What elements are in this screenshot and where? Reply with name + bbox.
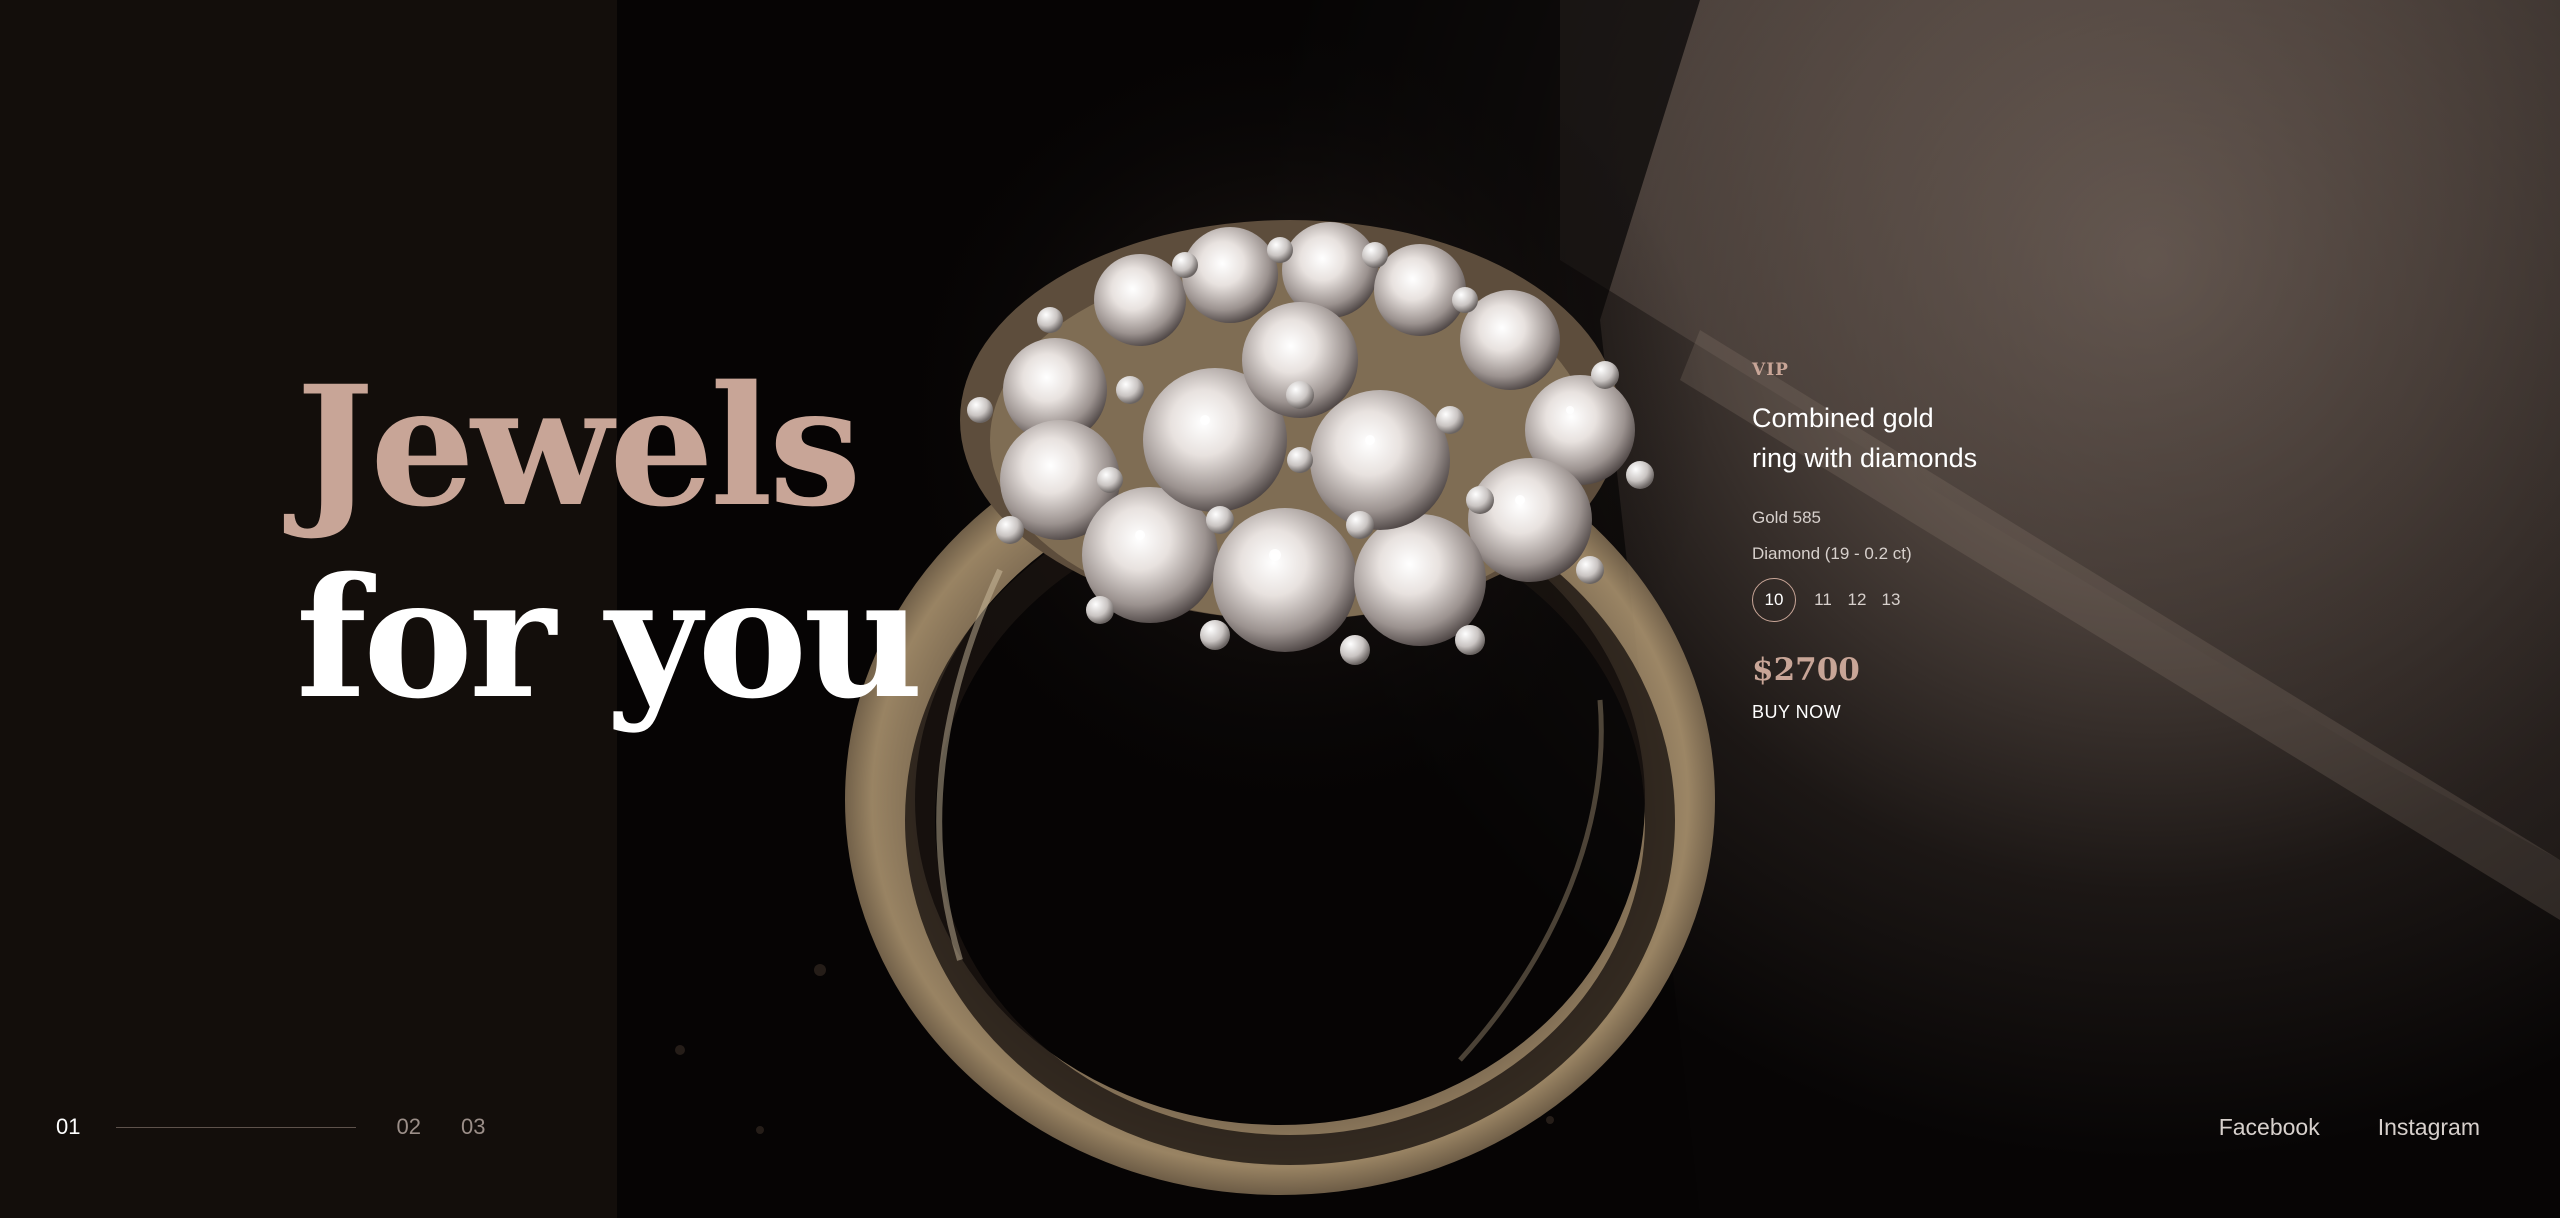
vip-badge: VIP — [1752, 360, 1789, 380]
product-name: Combined gold ring with diamonds — [1752, 398, 2082, 478]
pager-item-03[interactable]: 03 — [461, 1114, 485, 1140]
hero-slide: Jewels for you VIP Combined gold ring wi… — [0, 0, 2560, 1218]
ring-size-selector: 10 11 12 13 — [1752, 578, 2082, 622]
social-links: Facebook Instagram — [2219, 1114, 2480, 1141]
pager-item-01[interactable]: 01 — [56, 1114, 80, 1140]
size-option-11[interactable]: 11 — [1810, 578, 1836, 622]
spec-metal: Gold 585 — [1752, 508, 1821, 527]
hero-line-1: Jewels — [296, 349, 862, 543]
buy-now-button[interactable]: BUY NOW — [1752, 702, 1841, 723]
size-option-10[interactable]: 10 — [1752, 578, 1796, 622]
product-price: $2700 — [1752, 652, 1860, 688]
product-card: VIP Combined gold ring with diamonds Gol… — [1752, 360, 2082, 723]
pager-item-02[interactable]: 02 — [396, 1114, 420, 1140]
size-option-12[interactable]: 12 — [1844, 578, 1870, 622]
instagram-link[interactable]: Instagram — [2378, 1114, 2480, 1141]
spec-stone: Diamond (19 - 0.2 ct) — [1752, 544, 1912, 563]
hero-heading: Jewels for you — [296, 349, 923, 735]
product-name-line-1: Combined gold — [1752, 403, 1934, 433]
slide-pager: 01 02 03 — [56, 1114, 485, 1140]
facebook-link[interactable]: Facebook — [2219, 1114, 2320, 1141]
product-name-line-2: ring with diamonds — [1752, 443, 1978, 473]
size-option-13[interactable]: 13 — [1878, 578, 1904, 622]
hero-line-2: for you — [296, 541, 923, 735]
product-specs: Gold 585 Diamond (19 - 0.2 ct) — [1752, 500, 2082, 572]
pager-progress-line — [116, 1126, 357, 1128]
